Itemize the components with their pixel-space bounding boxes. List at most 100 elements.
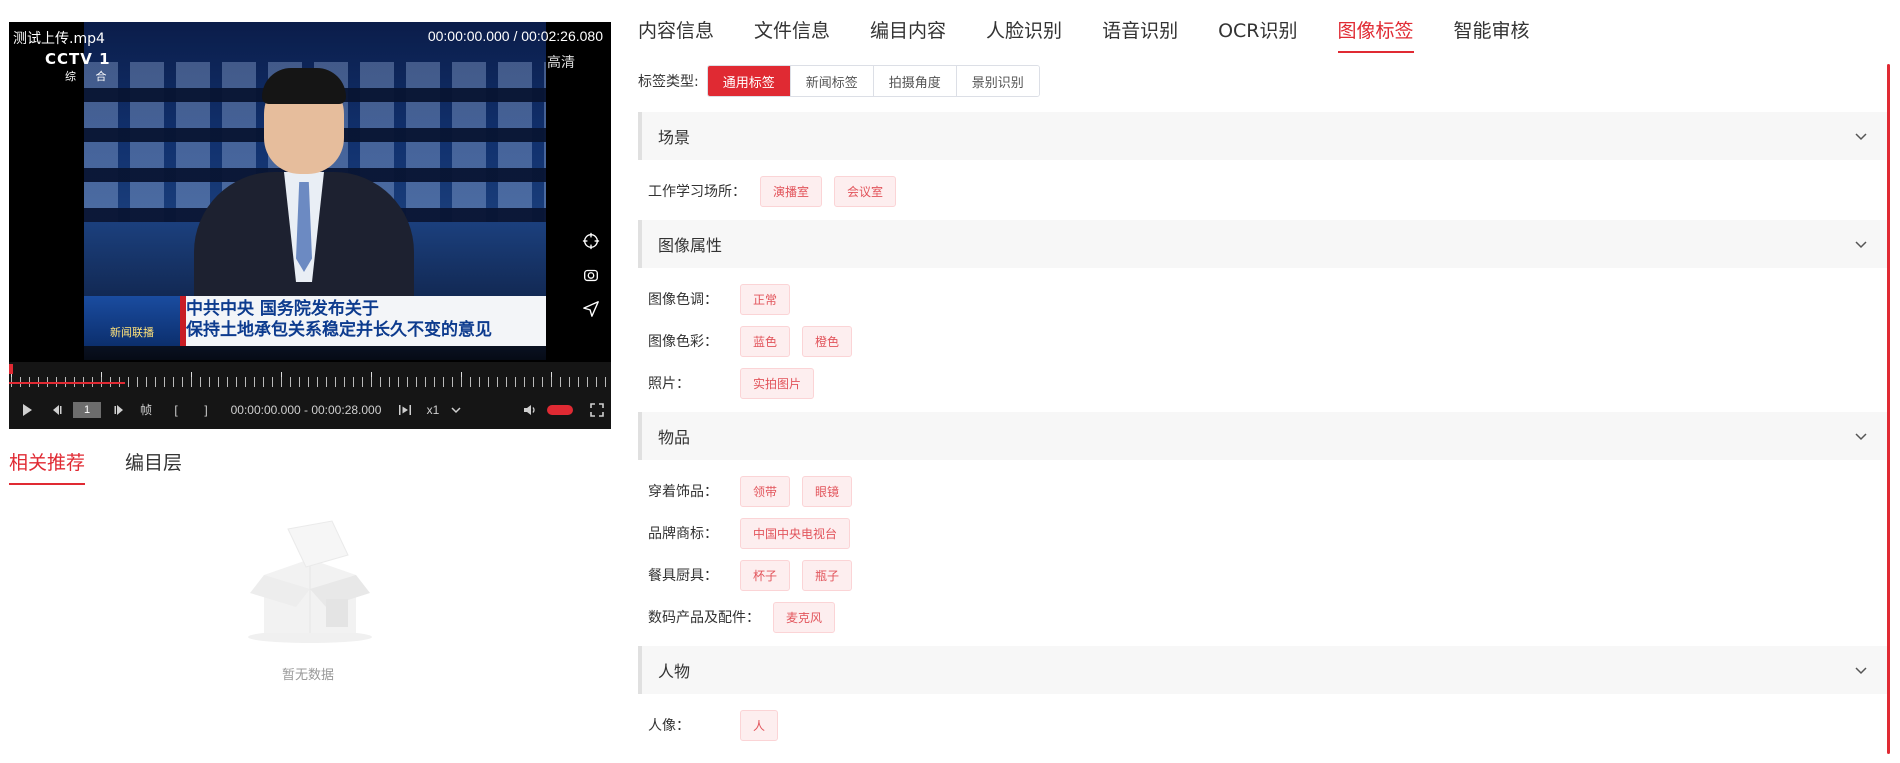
tab-file-info[interactable]: 文件信息: [754, 16, 830, 53]
top-tabs: 内容信息 文件信息 编目内容 人脸识别 语音识别 OCR识别 图像标签 智能审核: [638, 16, 1530, 53]
fullscreen-icon: [590, 402, 604, 417]
playhead-marker[interactable]: [9, 364, 13, 374]
tag-chip[interactable]: 实拍图片: [740, 367, 815, 399]
range-time: 00:00:00.000 - 00:00:28.000: [230, 402, 382, 417]
file-name: 测试上传.mp4: [13, 31, 105, 47]
tag-chip[interactable]: 正常: [740, 283, 791, 315]
play-range-icon: [399, 404, 411, 415]
row-label: 照片：: [648, 376, 690, 392]
send-icon[interactable]: [582, 300, 600, 322]
video-player[interactable]: 新闻联播 中共中央 国务院发布关于 保持土地承包关系稳定并长久不变的意见 CCT…: [9, 22, 611, 429]
headline-line-1: 中共中央 国务院发布关于: [186, 299, 379, 319]
tab-face-recognition[interactable]: 人脸识别: [986, 16, 1062, 53]
channel-logo: CCTV 1: [45, 50, 111, 68]
player-side-tools: [579, 232, 603, 322]
row-label: 人像：: [648, 718, 690, 734]
tag-type-label: 标签类型:: [638, 74, 699, 90]
play-icon: [23, 403, 32, 416]
tag-chip[interactable]: 杯子: [740, 559, 791, 591]
section-header-image-attributes[interactable]: 图像属性: [638, 220, 1888, 268]
tag-type-general[interactable]: 通用标签: [707, 66, 790, 96]
tab-image-tags[interactable]: 图像标签: [1337, 16, 1414, 53]
frame-number-input[interactable]: 1: [73, 401, 101, 418]
tag-type-segmented: 通用标签 新闻标签 拍摄角度 景别识别: [706, 65, 1040, 97]
row-label: 数码产品及配件：: [648, 610, 760, 626]
anchor-hair: [262, 68, 346, 104]
mark-out-button[interactable]: ]: [191, 390, 221, 429]
selection-range: [9, 382, 125, 384]
chevron-down-icon: [1855, 433, 1867, 441]
mark-in-button[interactable]: [: [161, 390, 191, 429]
screenshot-icon[interactable]: [582, 266, 600, 288]
tag-chip[interactable]: 蓝色: [740, 325, 791, 357]
tag-row: 工作学习场所： 演播室 会议室: [648, 170, 1888, 212]
left-tabs: 相关推荐 编目层: [9, 448, 182, 485]
chevron-down-icon: [1855, 241, 1867, 249]
tag-row: 数码产品及配件： 麦克风: [648, 596, 1888, 638]
tab-smart-review[interactable]: 智能审核: [1454, 16, 1530, 53]
channel-sub: 综 合: [65, 70, 115, 83]
next-frame-button[interactable]: [109, 390, 131, 429]
tag-row: 穿着饰品： 领带 眼镜: [648, 470, 1888, 512]
video-frame[interactable]: 新闻联播 中共中央 国务院发布关于 保持土地承包关系稳定并长久不变的意见 CCT…: [9, 22, 611, 360]
tag-chip[interactable]: 中国中央电视台: [740, 517, 851, 549]
tag-chip[interactable]: 会议室: [834, 175, 897, 207]
section-title: 图像属性: [658, 236, 723, 255]
section-header-objects[interactable]: 物品: [638, 412, 1888, 460]
section-header-scene[interactable]: 场景: [638, 112, 1888, 160]
tab-content-info[interactable]: 内容信息: [638, 16, 714, 53]
row-label: 工作学习场所：: [648, 184, 746, 200]
play-button[interactable]: [9, 390, 45, 429]
frame-label[interactable]: 帧: [131, 390, 161, 429]
tag-sections: 场景 工作学习场所： 演播室 会议室 图像属性 图像色调： 正常 图像色彩： 蓝…: [638, 112, 1888, 754]
section-body-image-attributes: 图像色调： 正常 图像色彩： 蓝色 橙色 照片： 实拍图片: [638, 268, 1888, 412]
chevron-down-icon: [1855, 133, 1867, 141]
tab-related[interactable]: 相关推荐: [9, 448, 86, 485]
prev-frame-icon: [53, 404, 62, 415]
tag-type-shot-angle[interactable]: 拍摄角度: [872, 66, 956, 96]
tag-type-shot-scale[interactable]: 景别识别: [955, 66, 1039, 96]
fullscreen-button[interactable]: [583, 390, 611, 429]
tag-chip[interactable]: 人: [740, 709, 779, 741]
row-label: 图像色调：: [648, 292, 718, 308]
prev-frame-button[interactable]: [45, 390, 67, 429]
speed-select[interactable]: x1: [419, 390, 447, 429]
volume-button[interactable]: [519, 390, 541, 429]
tag-chip[interactable]: 麦克风: [773, 601, 836, 633]
hd-badge: 高清: [547, 55, 575, 71]
timeline[interactable]: [9, 362, 611, 390]
tag-chip[interactable]: 橙色: [802, 325, 853, 357]
tab-catalog-content[interactable]: 编目内容: [870, 16, 946, 53]
tab-speech-recognition[interactable]: 语音识别: [1102, 16, 1178, 53]
time-display: 00:00:00.000 / 00:02:26.080: [427, 28, 603, 44]
section-body-objects: 穿着饰品： 领带 眼镜 品牌商标： 中国中央电视台 餐具厨具： 杯子 瓶子 数码…: [638, 460, 1888, 646]
tag-chip[interactable]: 领带: [740, 475, 791, 507]
headline: 中共中央 国务院发布关于 保持土地承包关系稳定并长久不变的意见: [186, 299, 492, 341]
next-frame-icon: [114, 404, 123, 415]
section-title: 人物: [658, 662, 691, 681]
section-header-people[interactable]: 人物: [638, 646, 1888, 694]
player-controls: 1 帧 [ ] 00:00:00.000 - 00:00:28.000 x1: [9, 390, 611, 429]
empty-illustration: [240, 515, 380, 649]
speed-chevron-icon[interactable]: [447, 390, 465, 429]
tag-type-news[interactable]: 新闻标签: [789, 66, 873, 96]
tag-type-selector: 标签类型: 通用标签 新闻标签 拍摄角度 景别识别: [638, 65, 1040, 97]
tag-row: 图像色调： 正常: [648, 278, 1888, 320]
program-logo: 新闻联播: [84, 296, 180, 346]
tag-chip[interactable]: 眼镜: [802, 475, 853, 507]
section-title: 物品: [658, 428, 691, 447]
row-label: 图像色彩：: [648, 334, 718, 350]
crosshair-icon[interactable]: [582, 232, 600, 254]
news-lower-third: 新闻联播 中共中央 国务院发布关于 保持土地承包关系稳定并长久不变的意见: [84, 296, 546, 346]
tab-catalog-layer[interactable]: 编目层: [125, 448, 182, 485]
play-range-button[interactable]: [391, 390, 419, 429]
tab-ocr[interactable]: OCR识别: [1218, 16, 1297, 53]
volume-slider[interactable]: [547, 404, 573, 415]
row-label: 餐具厨具：: [648, 568, 718, 584]
volume-icon: [524, 404, 535, 415]
chevron-down-icon: [1855, 667, 1867, 675]
tag-row: 品牌商标： 中国中央电视台: [648, 512, 1888, 554]
tag-chip[interactable]: 瓶子: [802, 559, 853, 591]
tag-chip[interactable]: 演播室: [760, 175, 823, 207]
right-scrollbar[interactable]: [1887, 64, 1890, 754]
